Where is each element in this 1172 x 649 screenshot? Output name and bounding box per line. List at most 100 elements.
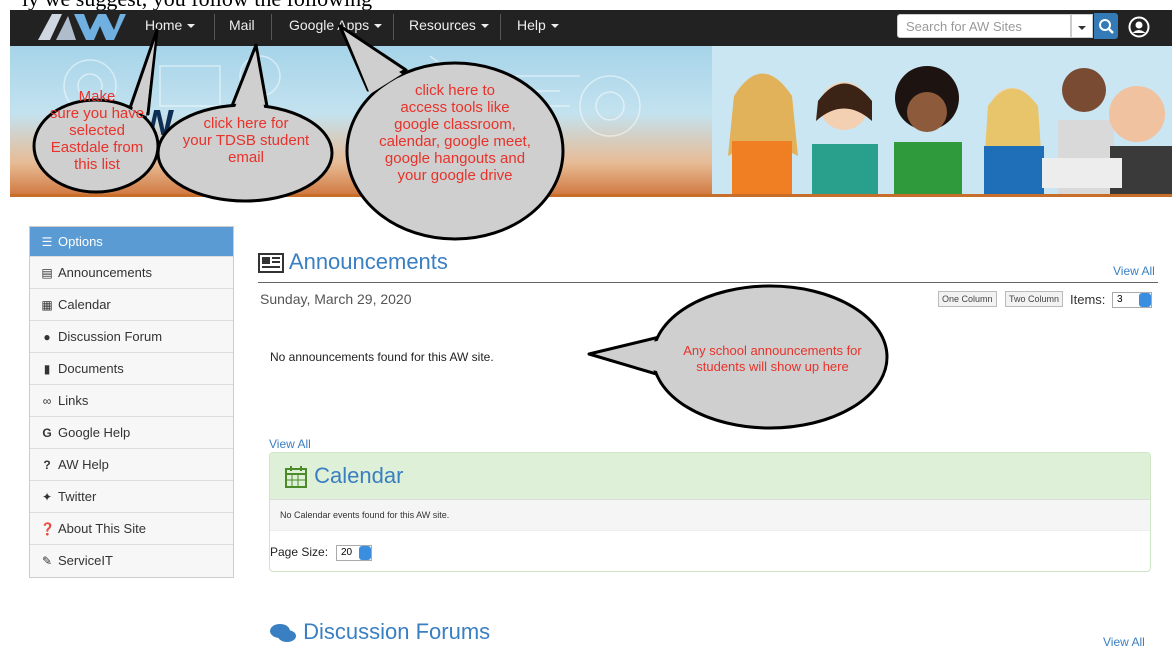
file-icon: ▮: [43, 362, 51, 376]
search-scope-dropdown[interactable]: [1071, 14, 1093, 38]
top-navbar: Home Mail Google Apps Resources Help: [10, 10, 1172, 46]
sidebar-item-label: Links: [58, 393, 89, 408]
callout-line: your google drive: [397, 167, 513, 184]
callout-line: access tools like: [400, 99, 510, 116]
nav-mail[interactable]: Mail: [229, 10, 255, 46]
discussion-forums-title: Discussion Forums: [303, 619, 491, 644]
sidebar-item-label: Announcements: [58, 265, 152, 280]
search-icon: [1099, 19, 1114, 34]
calendar-heading: Calendar: [284, 463, 403, 489]
nav-divider: [271, 14, 272, 40]
sidebar-item-serviceit[interactable]: ✎ ServiceIT: [30, 545, 233, 577]
nav-divider: [393, 14, 394, 40]
callout-apps-text: click here to access tools like google c…: [355, 82, 555, 184]
chevron-down-icon: [480, 24, 489, 29]
chevron-down-icon: [187, 24, 196, 29]
select-arrows-icon: [1139, 293, 1151, 307]
sidebar-item-label: ServiceIT: [58, 553, 113, 568]
sidebar-item-about[interactable]: ❓ About This Site: [30, 513, 233, 545]
callout-line: google classroom,: [394, 116, 516, 133]
announcements-view-all-bottom-link[interactable]: View All: [269, 437, 311, 451]
sidebar-item-label: AW Help: [58, 457, 109, 472]
callout-line: click here to: [414, 82, 496, 99]
sidebar-item-discussion-forum[interactable]: ● Discussion Forum: [30, 321, 233, 353]
chevron-down-icon: [1078, 26, 1086, 31]
twitter-icon: ✦: [41, 490, 53, 504]
nav-home[interactable]: Home: [145, 10, 196, 46]
calendar-panel: Calendar No Calendar events found for th…: [269, 452, 1151, 572]
sidebar-item-label: Twitter: [58, 489, 97, 504]
announcements-view-all-link[interactable]: View All: [1113, 264, 1155, 278]
sidebar-item-label: About This Site: [58, 521, 146, 536]
newspaper-icon: [258, 253, 284, 274]
discussion-forums-heading: Discussion Forums: [269, 619, 490, 645]
sidebar-item-aw-help[interactable]: ? AW Help: [30, 449, 233, 481]
chevron-down-icon: [550, 24, 559, 29]
page-size-select[interactable]: 20: [336, 545, 372, 561]
callout-line: google hangouts and: [384, 150, 526, 167]
sidebar-item-twitter[interactable]: ✦ Twitter: [30, 481, 233, 513]
comments-icon: [270, 624, 296, 643]
question-icon: ?: [43, 458, 51, 472]
callout-line: sure you have: [49, 105, 145, 122]
nav-help-label: Help: [517, 17, 546, 33]
items-select[interactable]: 3: [1112, 292, 1152, 308]
calendar-icon: [285, 466, 307, 489]
callout-line: calendar, google meet,: [379, 133, 531, 150]
list-icon: ☰: [41, 235, 53, 249]
sidebar-item-links[interactable]: ∞ Links: [30, 385, 233, 417]
items-select-value: 3: [1117, 294, 1123, 305]
link-icon: ∞: [42, 394, 52, 408]
calendar-title: Calendar: [314, 463, 404, 488]
calendar-panel-header: Calendar: [270, 453, 1150, 499]
nav-divider: [214, 14, 215, 40]
nav-google-apps[interactable]: Google Apps: [289, 10, 383, 46]
nav-help[interactable]: Help: [517, 10, 559, 46]
callout-line: click here for: [203, 115, 289, 132]
announcements-date: Sunday, March 29, 2020: [260, 291, 412, 307]
sidebar-item-announcements[interactable]: ▤ Announcements: [30, 257, 233, 289]
discussion-view-all-link[interactable]: View All: [1103, 635, 1145, 649]
sidebar-item-options[interactable]: ☰ Options: [30, 227, 233, 257]
callout-line: selected: [69, 122, 125, 139]
callout-line: Any school announcements for: [683, 343, 862, 358]
two-column-button[interactable]: Two Column: [1005, 291, 1064, 307]
sidebar-item-label: Documents: [58, 361, 124, 376]
announcements-divider: [258, 282, 1158, 283]
callout-announcements-text: Any school announcements for students wi…: [660, 343, 885, 375]
page-size-label: Page Size:: [270, 545, 329, 559]
site-search-input[interactable]: [897, 14, 1071, 38]
sidebar-item-label: Options: [58, 234, 103, 249]
nav-resources[interactable]: Resources: [409, 10, 489, 46]
newspaper-icon: ▤: [41, 266, 53, 280]
search-button[interactable]: [1094, 13, 1118, 39]
user-account-icon[interactable]: [1128, 16, 1150, 38]
select-arrows-icon: [359, 546, 371, 560]
sidebar-item-google-help[interactable]: G Google Help: [30, 417, 233, 449]
comments-icon: ●: [43, 330, 51, 344]
callout-home-text: Make sure you have selected Eastdale fro…: [38, 88, 156, 173]
options-sidebar: ☰ Options ▤ Announcements ▦ Calendar ● Discu…: [29, 226, 234, 578]
aw-logo[interactable]: [34, 12, 126, 42]
page-size-value: 20: [341, 547, 353, 558]
callout-line: Eastdale from: [50, 139, 144, 156]
nav-google-apps-label: Google Apps: [289, 17, 370, 33]
callout-line: this list: [74, 156, 120, 173]
callout-line: your TDSB student: [182, 132, 310, 149]
callout-line: Make: [78, 88, 116, 105]
announcements-heading: Announcements: [258, 249, 448, 275]
nav-resources-label: Resources: [409, 17, 476, 33]
sidebar-item-label: Calendar: [58, 297, 111, 312]
no-announcements-text: No announcements found for this AW site.: [270, 350, 494, 364]
sidebar-item-label: Discussion Forum: [58, 329, 163, 344]
callout-mail-text: click here for your TDSB student email: [168, 115, 324, 166]
chevron-down-icon: [374, 24, 383, 29]
sidebar-item-calendar[interactable]: ▦ Calendar: [30, 289, 233, 321]
items-label: Items:: [1070, 292, 1106, 307]
callout-line: email: [228, 149, 264, 166]
one-column-button[interactable]: One Column: [938, 291, 997, 307]
nav-divider: [500, 14, 501, 40]
banner-people-photo: [712, 46, 1172, 196]
sidebar-item-documents[interactable]: ▮ Documents: [30, 353, 233, 385]
callout-line: students will show up here: [696, 359, 849, 374]
